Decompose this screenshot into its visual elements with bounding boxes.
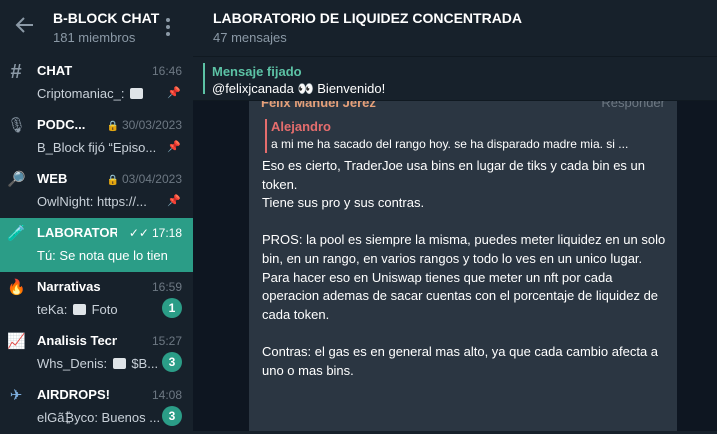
topic-item-airdrops[interactable]: ✈ AIRDROPS! 14:08 elGã₿yco: Buenos ... 3 [0, 380, 193, 434]
pinned-accent-bar [203, 63, 205, 94]
sidebar-header: B-BLOCK CHAT 181 miembros [0, 0, 193, 56]
topic-preview: B_Block fijó “Episo... [37, 140, 157, 155]
thumbnail-icon [130, 88, 144, 99]
topic-item-analisis-tecnico[interactable]: 📈 Analisis Tecnico 15:27 Whs_Denis: $B..… [0, 326, 193, 380]
topic-item-web[interactable]: 🔎 WEB 🔒 03/04/2023 OwlNight: https://... … [0, 164, 193, 218]
topic-preview: Criptomaniac_: [37, 86, 167, 101]
topic-time: ✓✓ 17:18 [129, 226, 182, 240]
topic-name: PODC... [37, 117, 86, 132]
topic-item-podcast[interactable]: 🎙 PODC... 🔒 30/03/2023 B_Block fijó “Epis… [0, 110, 193, 164]
topic-time: 15:27 [151, 334, 182, 348]
pin-icon: 📌 [167, 195, 181, 207]
topic-item-laboratorio[interactable]: 🧪 LABORATOR... ✓✓17:18 Tú: Se nota que l… [0, 218, 193, 272]
preview-sender: Whs_Denis: [37, 356, 108, 371]
thumbnail-icon [112, 358, 126, 369]
quote-text: a mi me ha sacado del rango hoy. se ha d… [271, 137, 629, 151]
quote-author: Alejandro [271, 119, 331, 134]
member-count: 181 miembros [53, 30, 136, 45]
test-tube-icon: 🧪 [7, 225, 26, 242]
message-bubble: Felix Manuel Jerez Responder Alejandro a… [249, 101, 677, 431]
topic-time: 🔒 30/03/2023 [106, 118, 182, 132]
topic-time: 14:08 [151, 388, 182, 402]
topic-name: LABORATOR... [37, 225, 117, 240]
chat-header[interactable]: LABORATORIO DE LIQUIDEZ CONCENTRADA 47 m… [193, 0, 717, 57]
group-title: B-BLOCK CHAT [53, 10, 160, 26]
fire-icon: 🔥 [7, 279, 26, 296]
topic-time: 🔒 03/04/2023 [106, 172, 182, 186]
topic-preview: Whs_Denis: $B... [37, 356, 167, 371]
preview-sender: teKa: [37, 302, 68, 317]
airplane-icon: ✈ [9, 387, 23, 404]
time-text: 03/04/2023 [121, 172, 182, 186]
topic-preview: elGã₿yco: Buenos ... [37, 410, 161, 425]
topic-time: 16:46 [151, 64, 182, 78]
pinned-label: Mensaje fijado [212, 64, 302, 79]
message-area: Felix Manuel Jerez Responder Alejandro a… [193, 101, 717, 431]
time-text: 17:18 [151, 226, 182, 240]
chat-main: LABORATORIO DE LIQUIDEZ CONCENTRADA 47 m… [193, 0, 717, 431]
pinned-message-bar[interactable]: Mensaje fijado @felixjcanada 👀 Bienvenid… [193, 57, 717, 101]
microphone-icon: 🎙 [7, 117, 27, 134]
unread-badge: 3 [162, 352, 182, 372]
topic-list: # CHAT 16:46 Criptomaniac_: 📌 🎙 PODC... … [0, 56, 193, 434]
unread-badge: 3 [162, 406, 182, 426]
thumbnail-icon [72, 304, 86, 315]
message-body: Eso es cierto, TraderJoe usa bins en lug… [262, 158, 666, 378]
pin-icon: 📌 [167, 141, 181, 153]
reply-button[interactable]: Responder [601, 101, 665, 110]
topic-time: 16:59 [151, 280, 182, 294]
back-arrow-icon[interactable] [14, 14, 36, 36]
topic-item-chat[interactable]: # CHAT 16:46 Criptomaniac_: 📌 [0, 56, 193, 110]
double-check-icon: ✓✓ [128, 226, 149, 240]
topic-name: Analisis Tecnico [37, 333, 117, 348]
message-author[interactable]: Felix Manuel Jerez [261, 101, 376, 110]
topic-name: AIRDROPS! [37, 387, 110, 402]
lock-icon: 🔒 [106, 121, 119, 132]
preview-text: $B... [131, 356, 159, 371]
time-text: 30/03/2023 [121, 118, 182, 132]
more-options-icon[interactable] [163, 16, 173, 38]
chart-icon: 📈 [7, 333, 26, 350]
chat-title: LABORATORIO DE LIQUIDEZ CONCENTRADA [213, 10, 523, 26]
magnifier-icon: 🔎 [7, 171, 26, 188]
hash-icon: # [10, 61, 22, 83]
topic-item-narrativas[interactable]: 🔥 Narrativas 16:59 teKa: Foto 1 [0, 272, 193, 326]
topic-preview: Tú: Se nota que lo tien... [37, 248, 167, 263]
topic-preview: teKa: Foto [37, 302, 167, 317]
pin-icon: 📌 [167, 87, 181, 99]
quoted-reply[interactable]: Alejandro a mi me ha sacado del rango ho… [265, 117, 665, 153]
pinned-text: @felixjcanada 👀 Bienvenido! [212, 81, 386, 96]
topic-name: WEB [37, 171, 68, 186]
lock-icon: 🔒 [106, 175, 119, 186]
unread-badge: 1 [162, 298, 182, 318]
topic-preview: OwlNight: https://... [37, 194, 147, 209]
preview-text: Foto [91, 302, 118, 317]
chat-sidebar: B-BLOCK CHAT 181 miembros # CHAT 16:46 C… [0, 0, 193, 431]
preview-text: Criptomaniac_: [37, 86, 125, 101]
message-count: 47 mensajes [213, 30, 287, 45]
topic-name: Narrativas [37, 279, 101, 294]
topic-name: CHAT [37, 63, 73, 78]
quote-accent-bar [265, 119, 267, 153]
